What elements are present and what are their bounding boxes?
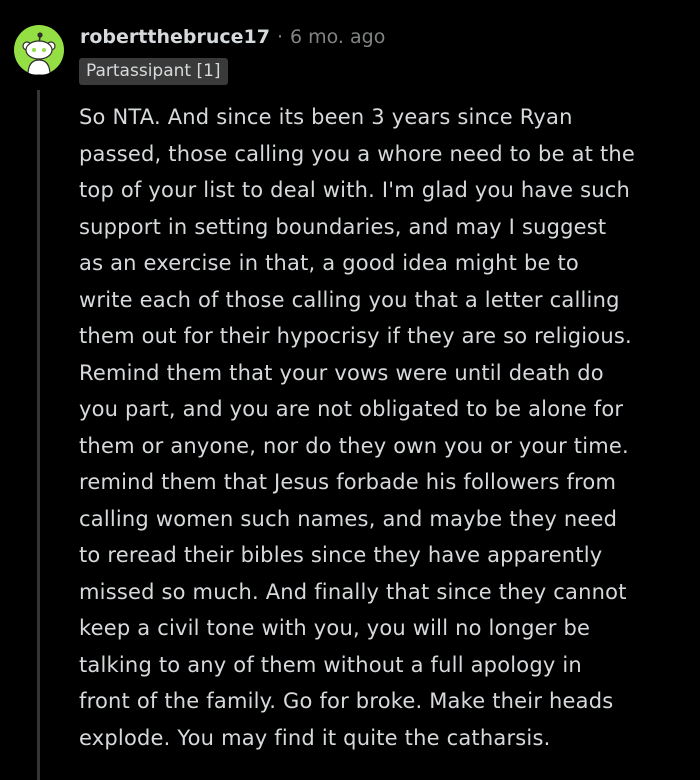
comment-body-line: Remind them that your vows were until de…	[79, 360, 604, 385]
comment-body-line: them or anyone, nor do they own you or y…	[79, 433, 629, 458]
comment-body-line: keep a civil tone with you, you will no …	[79, 616, 591, 640]
meta-separator: ·	[276, 26, 283, 48]
comment-body-line: support in setting boundaries, and may I…	[79, 214, 607, 239]
comment-body: So NTA. And since its been 3 years since…	[79, 99, 684, 756]
comment-body-line: top of your list to deal with. I'm glad …	[79, 178, 631, 202]
user-flair: Partassipant [1]	[79, 58, 228, 85]
comment-body-line: to reread their bibles since they have a…	[79, 543, 603, 567]
comment-body-line: calling women such names, and maybe they…	[79, 506, 618, 531]
comment-body-line: remind them that Jesus forbade his follo…	[79, 470, 617, 494]
comment-body-line: explode. You may find it quite the catha…	[79, 725, 551, 750]
comment-body-line: you part, and you are not obligated to b…	[79, 397, 624, 421]
comment-body-line: So NTA. And since its been 3 years since…	[79, 105, 573, 129]
comment-header: robertthebruce17 · 6 mo. ago	[80, 24, 385, 50]
comment-body-line: as an exercise in that, a good idea migh…	[79, 251, 579, 275]
comment-body-line: write each of those calling you that a l…	[79, 287, 620, 312]
comment-body-line: front of the family. Go for broke. Make …	[79, 689, 614, 713]
comment-body-line: them out for their hypocrisy if they are…	[79, 324, 632, 348]
comment-body-line: talking to any of them without a full ap…	[79, 652, 582, 677]
thread-line[interactable]	[37, 90, 40, 780]
user-avatar[interactable]	[14, 25, 64, 75]
comment-timestamp[interactable]: 6 mo. ago	[290, 26, 385, 48]
username-link[interactable]: robertthebruce17	[80, 26, 270, 48]
comment-body-line: passed, those calling you a whore need t…	[79, 141, 636, 166]
snoo-avatar-icon	[22, 32, 56, 75]
comment-body-line: missed so much. And finally that since t…	[79, 579, 627, 604]
